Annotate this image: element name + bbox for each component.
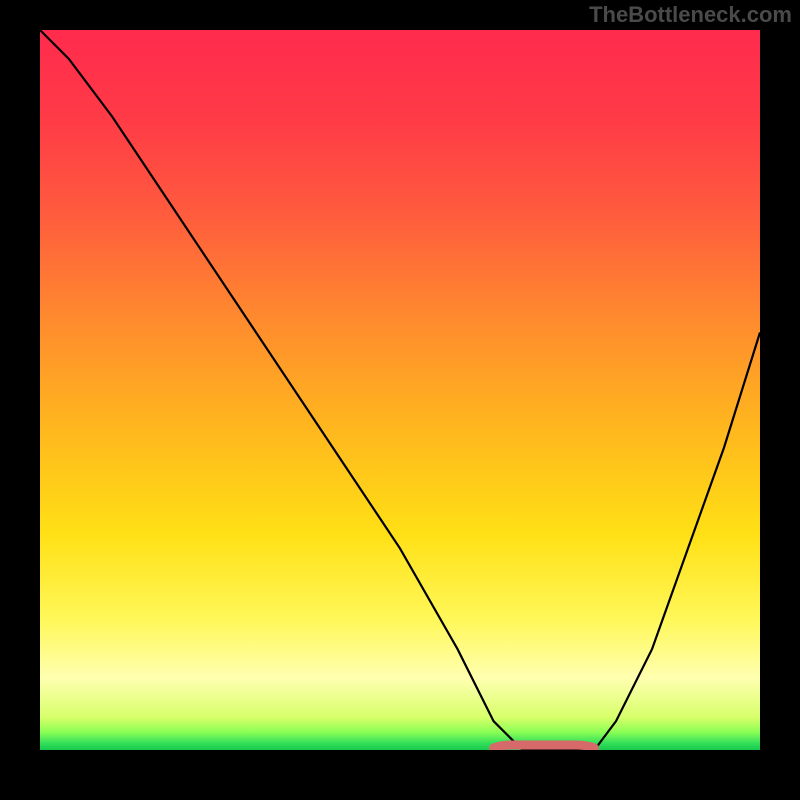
- curve-layer: [40, 30, 760, 750]
- plot-area: [40, 30, 760, 750]
- bottleneck-flat-zone: [494, 745, 595, 748]
- watermark-text: TheBottleneck.com: [589, 2, 792, 28]
- bottleneck-curve: [40, 30, 760, 750]
- chart-container: TheBottleneck.com: [0, 0, 800, 800]
